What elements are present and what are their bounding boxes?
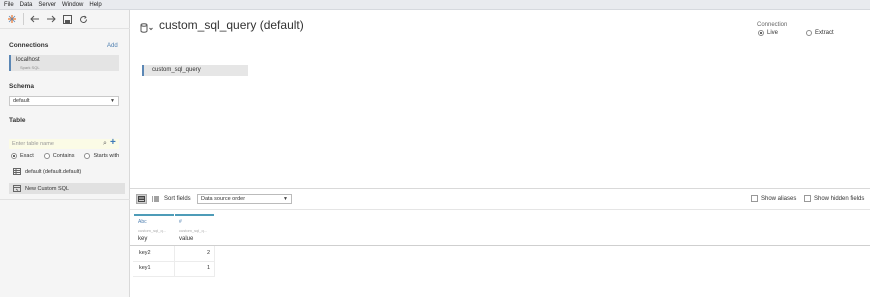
show-hidden-checkbox[interactable] bbox=[804, 195, 811, 202]
column-name: key bbox=[138, 236, 148, 242]
radio-live[interactable] bbox=[758, 30, 764, 36]
cell-key: key2 bbox=[139, 250, 151, 256]
back-arrow-icon[interactable] bbox=[30, 14, 40, 24]
add-table-icon[interactable]: + bbox=[110, 137, 116, 148]
schema-select-value: default bbox=[13, 98, 30, 104]
forward-arrow-icon[interactable] bbox=[46, 14, 56, 24]
radio-exact-label: Exact bbox=[20, 153, 34, 159]
radio-starts-with[interactable] bbox=[84, 153, 91, 159]
menu-server[interactable]: Server bbox=[35, 0, 59, 10]
canvas-table-label: custom_sql_query bbox=[152, 67, 201, 73]
menu-bar: File Data Server Window Help bbox=[0, 0, 870, 10]
sidebar-toolbar bbox=[0, 10, 130, 29]
save-icon[interactable] bbox=[62, 14, 72, 24]
menu-window[interactable]: Window bbox=[59, 0, 86, 10]
menu-data[interactable]: Data bbox=[17, 0, 36, 10]
sort-fields-value: Data source order bbox=[201, 196, 246, 202]
data-source-sidebar: Connections Add localhost Spark SQL Sche… bbox=[0, 10, 130, 297]
column-source: custom_sql_q... bbox=[179, 228, 208, 233]
table-search-placeholder: Enter table name bbox=[12, 141, 54, 147]
radio-extract[interactable] bbox=[806, 30, 813, 36]
string-type-icon[interactable]: Abc bbox=[138, 219, 147, 225]
show-hidden-label: Show hidden fields bbox=[814, 195, 865, 202]
add-connection-link[interactable]: Add bbox=[107, 43, 118, 49]
connection-mode-options: Live Extract bbox=[758, 30, 834, 36]
list-view-button[interactable] bbox=[150, 194, 161, 204]
radio-starts-with-label: Starts with bbox=[93, 153, 120, 159]
grid-view-button[interactable] bbox=[136, 194, 147, 204]
schema-heading: Schema bbox=[9, 83, 34, 90]
grid-toolbar: Sort fields Data source order ▼ Show ali… bbox=[130, 189, 870, 209]
canvas-table-custom-sql[interactable]: custom_sql_query bbox=[142, 65, 248, 76]
connection-type-label: Connection bbox=[757, 22, 788, 28]
radio-exact[interactable] bbox=[11, 153, 17, 159]
radio-contains[interactable] bbox=[43, 153, 50, 159]
column-name: value bbox=[179, 236, 194, 242]
toolbar-separator bbox=[23, 13, 24, 25]
sort-fields-select[interactable]: Data source order ▼ bbox=[197, 194, 292, 204]
cell-value: 1 bbox=[206, 265, 210, 271]
tableau-logo-icon[interactable] bbox=[7, 14, 17, 24]
table-row[interactable]: key2 2 bbox=[134, 246, 214, 261]
table-list-item[interactable]: default (default.default) bbox=[9, 166, 124, 177]
search-icon[interactable]: ⌕ bbox=[103, 140, 107, 148]
row-divider bbox=[133, 276, 215, 277]
schema-select[interactable]: default ▼ bbox=[9, 96, 119, 106]
show-aliases-option[interactable]: Show aliases bbox=[751, 195, 796, 202]
menu-file[interactable]: File bbox=[0, 0, 17, 10]
radio-extract-label: Extract bbox=[815, 30, 834, 36]
datasource-icon[interactable] bbox=[140, 20, 154, 33]
sort-fields-label: Sort fields bbox=[164, 196, 191, 202]
show-aliases-label: Show aliases bbox=[761, 195, 797, 202]
column-header-value[interactable]: # custom_sql_q... value bbox=[175, 214, 214, 245]
new-custom-sql-label: New Custom SQL bbox=[25, 185, 70, 192]
show-hidden-option[interactable]: Show hidden fields bbox=[804, 195, 864, 202]
grid-toolbar-divider bbox=[130, 209, 870, 210]
radio-live-label: Live bbox=[767, 30, 779, 36]
grid-view-icon bbox=[138, 196, 145, 202]
table-list-item-label: default (default.default) bbox=[25, 168, 82, 175]
table-row[interactable]: key1 1 bbox=[134, 261, 214, 276]
refresh-icon[interactable] bbox=[78, 14, 88, 24]
number-type-icon[interactable]: # bbox=[179, 219, 182, 225]
column-header-key[interactable]: Abc custom_sql_q... key bbox=[134, 214, 174, 245]
connection-type: Spark SQL bbox=[20, 65, 40, 70]
new-custom-sql-item[interactable]: New Custom SQL bbox=[9, 183, 125, 194]
cell-value: 2 bbox=[206, 250, 210, 256]
table-icon bbox=[13, 168, 21, 175]
connection-item[interactable]: localhost Spark SQL bbox=[9, 55, 119, 71]
connections-heading: Connections bbox=[9, 42, 49, 49]
custom-sql-icon bbox=[13, 185, 21, 192]
chevron-down-icon: ▼ bbox=[283, 196, 288, 202]
header-divider bbox=[130, 245, 870, 246]
column-source: custom_sql_q... bbox=[138, 228, 167, 233]
radio-contains-label: Contains bbox=[52, 153, 75, 159]
cell-key: key1 bbox=[139, 265, 151, 271]
sidebar-divider bbox=[0, 199, 130, 200]
menu-help[interactable]: Help bbox=[86, 0, 104, 10]
show-aliases-checkbox[interactable] bbox=[751, 195, 758, 202]
connection-name: localhost bbox=[16, 57, 40, 63]
chevron-down-icon: ▼ bbox=[110, 98, 115, 104]
list-view-icon bbox=[152, 196, 159, 202]
table-heading: Table bbox=[9, 117, 26, 124]
match-options: Exact Contains Starts with bbox=[11, 153, 119, 159]
datasource-title[interactable]: custom_sql_query (default) bbox=[159, 18, 304, 32]
